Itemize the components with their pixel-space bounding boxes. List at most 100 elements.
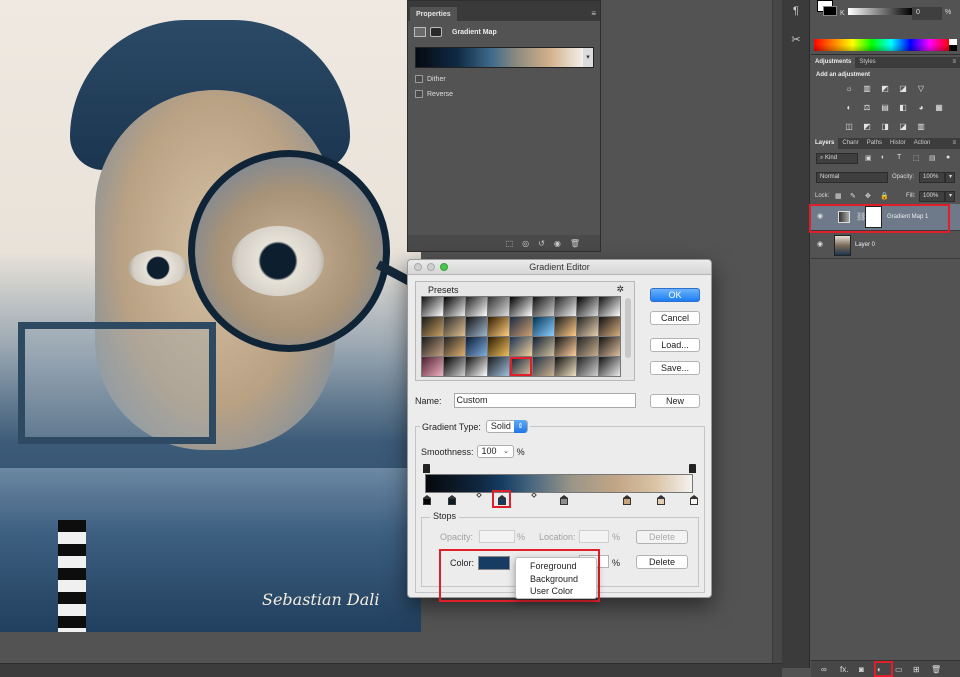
- preset-swatch[interactable]: [576, 297, 598, 316]
- layer-row-layer-0[interactable]: ◉ Layer 0: [811, 232, 960, 259]
- layer-name[interactable]: Layer 0: [855, 242, 875, 248]
- color-stop[interactable]: [560, 495, 568, 505]
- panel-menu-icon[interactable]: ≡: [591, 9, 596, 18]
- tab-paths[interactable]: Paths: [863, 138, 886, 149]
- workspace-scrollbar[interactable]: [772, 0, 782, 668]
- color-stop[interactable]: [448, 495, 456, 505]
- lock-all-icon[interactable]: 🔒: [880, 192, 889, 200]
- vibrance-icon[interactable]: ▽: [916, 84, 926, 93]
- trash-icon[interactable]: 🗑: [931, 665, 941, 674]
- color-spectrum[interactable]: [814, 39, 949, 51]
- pixel-filter-icon[interactable]: ▣: [865, 154, 872, 162]
- cancel-button[interactable]: Cancel: [650, 311, 700, 325]
- reverse-checkbox[interactable]: Reverse: [415, 90, 593, 98]
- preset-swatch[interactable]: [510, 297, 532, 316]
- visibility-icon[interactable]: ◉: [554, 239, 561, 248]
- brightness-icon[interactable]: ☼: [844, 84, 854, 93]
- preset-swatch[interactable]: [444, 357, 466, 376]
- color-stop[interactable]: [657, 495, 665, 505]
- hue-saturation-icon[interactable]: ◐: [844, 103, 854, 112]
- preset-swatch[interactable]: [488, 297, 510, 316]
- presets-scrollbar[interactable]: [625, 298, 631, 358]
- preset-swatch[interactable]: [466, 337, 488, 356]
- invert-icon[interactable]: ◫: [844, 122, 854, 131]
- preset-swatch[interactable]: [576, 337, 598, 356]
- zoom-icon[interactable]: [440, 263, 448, 271]
- dither-checkbox[interactable]: Dither: [415, 75, 593, 83]
- link-layers-icon[interactable]: ∞: [821, 665, 827, 674]
- shape-filter-icon[interactable]: ⬚: [913, 154, 920, 162]
- posterize-icon[interactable]: ◩: [862, 122, 872, 131]
- tab-history[interactable]: Histor: [886, 138, 910, 149]
- document-canvas[interactable]: Sebastian Dali: [0, 0, 421, 632]
- k-value-field[interactable]: 0: [912, 7, 942, 20]
- dialog-titlebar[interactable]: Gradient Editor: [408, 260, 711, 275]
- tools-icon[interactable]: ✂: [789, 33, 803, 47]
- chevron-updown-icon[interactable]: ⇕: [513, 420, 527, 433]
- color-stop[interactable]: [623, 495, 631, 505]
- ok-button[interactable]: OK: [650, 288, 700, 302]
- adjustment-layer-icon[interactable]: [414, 27, 426, 37]
- preset-swatch[interactable]: [576, 317, 598, 336]
- tab-actions[interactable]: Action: [910, 138, 935, 149]
- tab-adjustments[interactable]: Adjustments: [811, 57, 856, 68]
- minimize-icon[interactable]: [427, 263, 435, 271]
- gradient-map-preview[interactable]: ▾: [415, 47, 594, 68]
- lock-position-icon[interactable]: ✥: [865, 192, 871, 200]
- menu-item-background[interactable]: Background: [516, 573, 596, 586]
- chevron-down-icon[interactable]: ▾: [945, 191, 955, 202]
- layer-mask-icon[interactable]: [430, 27, 442, 37]
- close-icon[interactable]: [414, 263, 422, 271]
- preset-swatch[interactable]: [598, 357, 620, 376]
- menu-item-user-color[interactable]: User Color: [516, 585, 596, 598]
- preset-swatch[interactable]: [554, 337, 576, 356]
- color-stop[interactable]: [423, 495, 431, 505]
- preset-swatch[interactable]: [466, 297, 488, 316]
- opacity-stop-left[interactable]: [423, 464, 430, 473]
- fill-value[interactable]: 100%: [919, 191, 945, 202]
- layer-thumbnail[interactable]: [834, 235, 851, 256]
- preset-swatch[interactable]: [422, 357, 444, 376]
- preset-swatch[interactable]: [422, 317, 444, 336]
- panel-menu-icon[interactable]: ≡: [952, 57, 960, 68]
- preset-swatch[interactable]: [532, 297, 554, 316]
- preset-swatch[interactable]: [598, 337, 620, 356]
- color-balance-icon[interactable]: ⚖: [862, 103, 872, 112]
- preset-swatch[interactable]: [444, 337, 466, 356]
- background-color-swatch[interactable]: [823, 6, 837, 16]
- opacity-value[interactable]: 100%: [919, 172, 945, 183]
- preset-swatch[interactable]: [488, 337, 510, 356]
- preset-swatch[interactable]: [554, 317, 576, 336]
- smart-object-filter-icon[interactable]: ▤: [929, 154, 936, 162]
- preset-swatch[interactable]: [598, 317, 620, 336]
- color-lookup-icon[interactable]: ▦: [934, 103, 944, 112]
- filter-toggle-icon[interactable]: ●: [946, 154, 950, 161]
- selective-color-icon[interactable]: ▥: [916, 122, 926, 131]
- chevron-down-icon[interactable]: ▾: [583, 48, 593, 67]
- panel-menu-icon[interactable]: ≡: [952, 138, 960, 149]
- black-white-icon[interactable]: ▤: [880, 103, 890, 112]
- clip-to-layer-icon[interactable]: ⬚: [506, 239, 514, 248]
- preset-swatch[interactable]: [444, 297, 466, 316]
- black-white-swatch[interactable]: [949, 39, 957, 51]
- tab-properties[interactable]: Properties: [410, 7, 457, 21]
- smoothness-select[interactable]: 100 ⌄: [476, 445, 514, 458]
- reverse-checkbox-box[interactable]: [415, 90, 423, 98]
- kind-filter-select[interactable]: ⌕ Kind: [816, 153, 858, 164]
- tab-channels[interactable]: Chanr: [838, 138, 862, 149]
- save-button[interactable]: Save...: [650, 361, 700, 375]
- preset-swatch[interactable]: [488, 357, 510, 376]
- gear-icon[interactable]: ✲: [616, 284, 624, 295]
- preset-swatch[interactable]: [554, 297, 576, 316]
- adjustment-filter-icon[interactable]: ◐: [881, 154, 885, 161]
- threshold-icon[interactable]: ◨: [880, 122, 890, 131]
- color-stop-selected[interactable]: [498, 495, 506, 505]
- tab-styles[interactable]: Styles: [855, 57, 879, 68]
- fx-icon[interactable]: fx.: [840, 665, 848, 674]
- preset-swatch[interactable]: [444, 317, 466, 336]
- type-filter-icon[interactable]: T: [897, 154, 901, 161]
- gradient-preview-bar[interactable]: [416, 48, 583, 67]
- blend-mode-select[interactable]: Normal: [816, 172, 888, 183]
- name-input[interactable]: Custom: [453, 393, 636, 408]
- chevron-down-icon[interactable]: ⌄: [500, 445, 513, 458]
